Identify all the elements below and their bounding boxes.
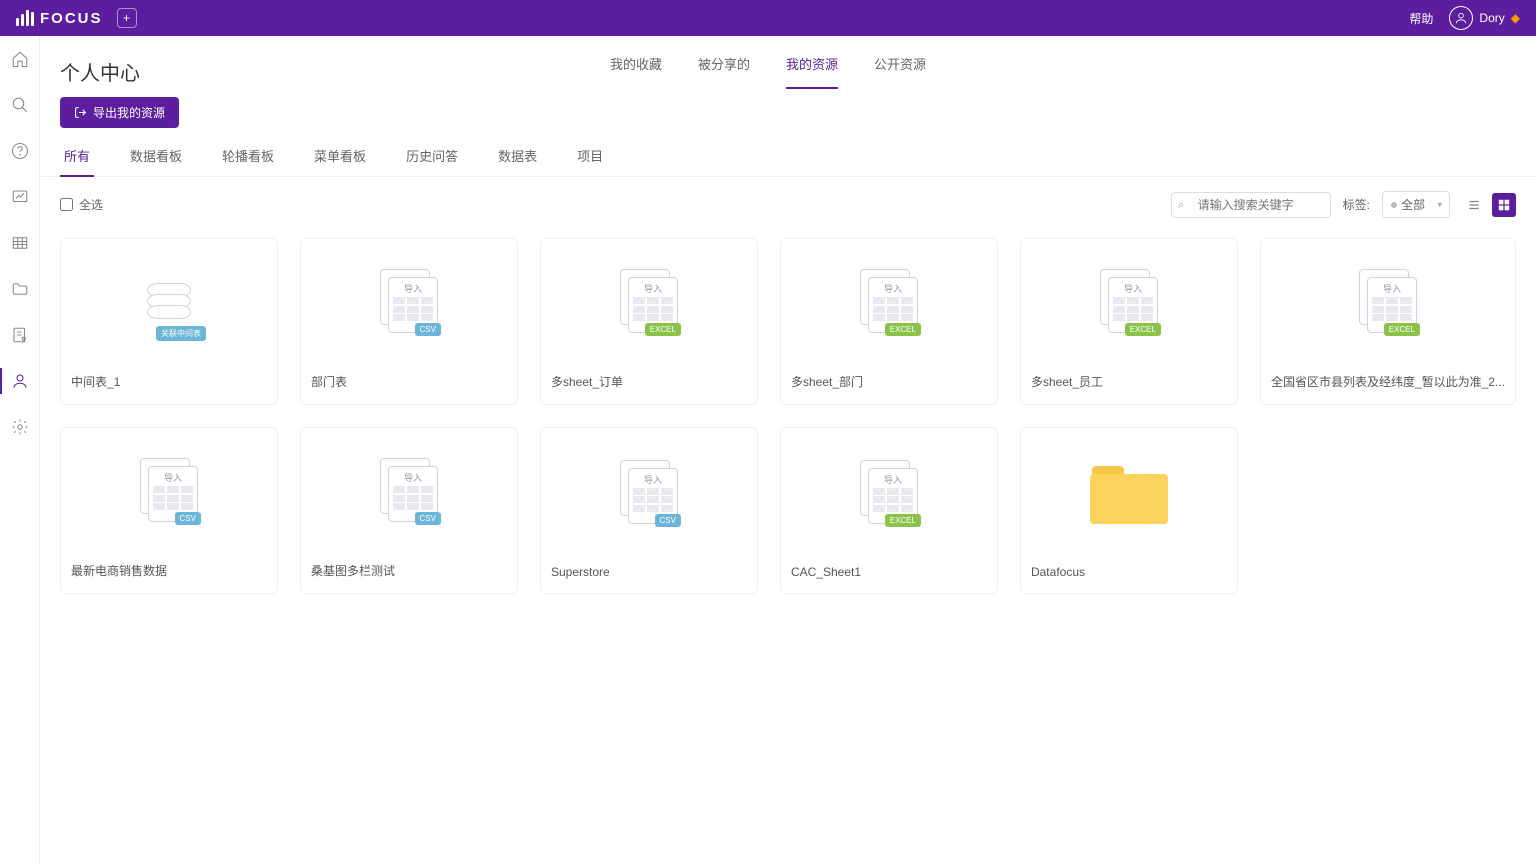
nav-search-icon[interactable] [11, 96, 29, 114]
layout: 个人中心 我的收藏 被分享的 我的资源 公开资源 导出我的资源 所有 数据看板 轮播看板 菜… [0, 36, 1536, 864]
resource-card[interactable]: 导入CSV 部门表 [300, 238, 518, 405]
resource-grid: 关联中间表中间表_1导入CSV部门表导入EXCEL多sheet_订单导入EXCE… [40, 232, 1536, 614]
sheet-icon: 导入EXCEL [1100, 269, 1158, 333]
sub-tab-5[interactable]: 数据表 [494, 146, 541, 176]
export-button[interactable]: 导出我的资源 [60, 97, 179, 128]
export-label: 导出我的资源 [93, 104, 165, 121]
top-bar: FOCUS + 帮助 Dory ◆ [0, 0, 1536, 36]
sub-tab-2[interactable]: 轮播看板 [218, 146, 278, 176]
nav-table-icon[interactable] [11, 234, 29, 252]
sheet-icon: 导入EXCEL [860, 460, 918, 524]
chevron-down-icon: ▾ [1437, 199, 1442, 210]
nav-chart-icon[interactable] [11, 188, 29, 206]
database-icon: 关联中间表 [140, 269, 198, 333]
main: 个人中心 我的收藏 被分享的 我的资源 公开资源 导出我的资源 所有 数据看板 轮播看板 菜… [40, 36, 1536, 864]
sidebar [0, 36, 40, 864]
sub-tab-4[interactable]: 历史问答 [402, 146, 462, 176]
nav-folder-icon[interactable] [11, 280, 29, 298]
top-tab-3[interactable]: 公开资源 [874, 54, 926, 89]
grid-view-button[interactable] [1492, 193, 1516, 217]
top-tabs: 我的收藏 被分享的 我的资源 公开资源 [610, 54, 926, 89]
avatar-icon [1449, 6, 1473, 30]
resource-card[interactable]: Datafocus [1020, 427, 1238, 594]
nav-data-icon[interactable] [11, 326, 29, 344]
resource-card[interactable]: 导入EXCEL 多sheet_部门 [780, 238, 998, 405]
top-tab-0[interactable]: 我的收藏 [610, 54, 662, 89]
nav-user-icon[interactable] [11, 372, 29, 390]
list-view-button[interactable] [1462, 193, 1486, 217]
user-menu[interactable]: Dory ◆ [1449, 6, 1520, 30]
resource-card[interactable]: 导入EXCEL 多sheet_员工 [1020, 238, 1238, 405]
header-row: 个人中心 我的收藏 被分享的 我的资源 公开资源 [40, 36, 1536, 89]
select-all-label: 全选 [79, 196, 103, 213]
sheet-icon: 导入EXCEL [620, 269, 678, 333]
search-icon: ⌕ [1178, 197, 1185, 212]
logo-bars-icon [16, 10, 34, 26]
sheet-icon: 导入CSV [620, 460, 678, 524]
top-tab-2[interactable]: 我的资源 [786, 54, 838, 89]
tag-label: 标签: [1343, 196, 1370, 213]
select-all[interactable]: 全选 [60, 196, 103, 213]
nav-home-icon[interactable] [11, 50, 29, 68]
search-input[interactable] [1171, 192, 1331, 218]
sheet-icon: 导入CSV [140, 458, 198, 522]
tag-value: 全部 [1401, 196, 1425, 213]
export-icon [74, 106, 87, 119]
sheet-icon: 导入CSV [380, 458, 438, 522]
user-name: Dory [1479, 11, 1504, 25]
nav-settings-icon[interactable] [11, 418, 29, 436]
sub-tab-1[interactable]: 数据看板 [126, 146, 186, 176]
resource-card[interactable]: 导入CSV 桑基图多栏测试 [300, 427, 518, 594]
top-left: FOCUS + [16, 8, 137, 28]
nav-help-icon[interactable] [11, 142, 29, 160]
top-right: 帮助 Dory ◆ [1409, 6, 1520, 30]
resource-card[interactable]: 导入EXCEL CAC_Sheet1 [780, 427, 998, 594]
brand-text: FOCUS [40, 10, 103, 27]
top-tab-1[interactable]: 被分享的 [698, 54, 750, 89]
card-name: 桑基图多栏测试 [301, 552, 517, 593]
card-name: CAC_Sheet1 [781, 555, 997, 593]
card-name: Datafocus [1021, 555, 1237, 593]
tag-select[interactable]: 全部 ▾ [1382, 191, 1450, 218]
search-box: ⌕ [1171, 192, 1331, 218]
tag-dot-icon [1391, 202, 1397, 208]
add-button[interactable]: + [117, 8, 137, 28]
sub-tab-0[interactable]: 所有 [60, 146, 94, 177]
card-name: 全国省区市县列表及经纬度_暂以此为准_2... [1261, 363, 1515, 404]
select-all-checkbox[interactable] [60, 198, 73, 211]
card-name: 最新电商销售数据 [61, 552, 277, 593]
resource-card[interactable]: 关联中间表中间表_1 [60, 238, 278, 405]
folder-icon [1090, 460, 1168, 524]
card-name: 中间表_1 [61, 363, 277, 404]
sub-tab-3[interactable]: 菜单看板 [310, 146, 370, 176]
page-title: 个人中心 [60, 57, 140, 86]
resource-card[interactable]: 导入EXCEL 全国省区市县列表及经纬度_暂以此为准_2... [1260, 238, 1516, 405]
resource-card[interactable]: 导入EXCEL 多sheet_订单 [540, 238, 758, 405]
card-name: 部门表 [301, 363, 517, 404]
toolbar: 全选 ⌕ 标签: 全部 ▾ [40, 177, 1536, 232]
diamond-icon: ◆ [1511, 11, 1520, 25]
sheet-icon: 导入CSV [380, 269, 438, 333]
card-name: 多sheet_员工 [1021, 363, 1237, 404]
help-link[interactable]: 帮助 [1409, 10, 1433, 27]
sub-tabs: 所有 数据看板 轮播看板 菜单看板 历史问答 数据表 项目 [40, 146, 1536, 177]
resource-card[interactable]: 导入CSV 最新电商销售数据 [60, 427, 278, 594]
card-name: 多sheet_部门 [781, 363, 997, 404]
logo[interactable]: FOCUS [16, 10, 103, 27]
export-row: 导出我的资源 [40, 89, 1536, 146]
sheet-icon: 导入EXCEL [860, 269, 918, 333]
card-name: 多sheet_订单 [541, 363, 757, 404]
sub-tab-6[interactable]: 项目 [573, 146, 607, 176]
sheet-icon: 导入EXCEL [1359, 269, 1417, 333]
view-switcher [1462, 193, 1516, 217]
resource-card[interactable]: 导入CSV Superstore [540, 427, 758, 594]
card-name: Superstore [541, 555, 757, 593]
